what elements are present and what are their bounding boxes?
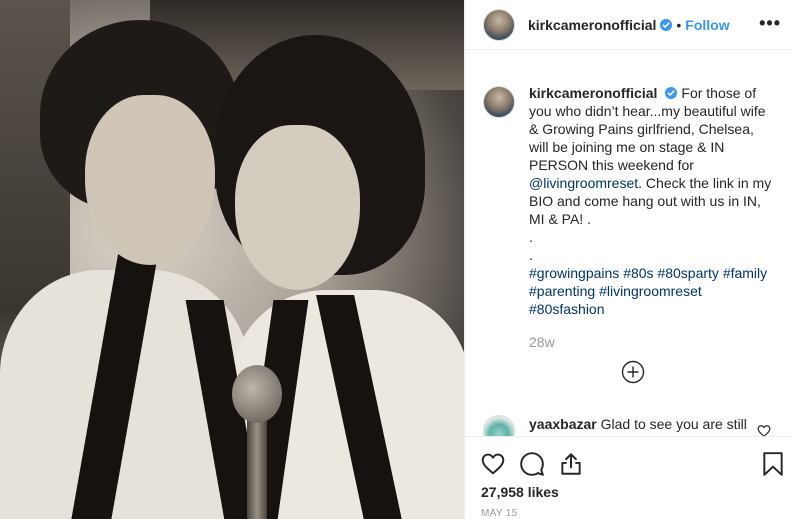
comment-text: yaaxbazar Glad to see you are still (529, 415, 749, 436)
plus-circle-icon[interactable] (621, 360, 645, 384)
author-username[interactable]: kirkcameronofficial (528, 17, 656, 33)
hashtag-link[interactable]: #80sparty (657, 265, 718, 281)
caption-username[interactable]: kirkcameronofficial (529, 85, 657, 101)
post-date[interactable]: MAY 15 (481, 508, 517, 519)
photo-face-left (85, 95, 215, 265)
caption: kirkcameronofficial For those of you who … (483, 84, 777, 318)
caption-text: kirkcameronofficial For those of you who … (529, 84, 777, 318)
post-photo[interactable] (0, 0, 464, 519)
verified-badge-icon (660, 18, 673, 31)
photo-microphone-head (232, 365, 282, 423)
comment-bubble-icon[interactable] (519, 451, 545, 477)
comment-item: yaaxbazar Glad to see you are still (483, 415, 749, 436)
author-avatar[interactable] (483, 8, 515, 41)
hashtag-link[interactable]: #livingroomreset (599, 283, 702, 299)
action-bar (465, 436, 792, 486)
photo-face-right (235, 125, 360, 290)
caption-dot: . (529, 229, 533, 245)
commenter-avatar[interactable] (483, 415, 515, 436)
heart-icon[interactable] (480, 451, 506, 477)
hashtag-link[interactable]: #family (723, 265, 767, 281)
post-side-panel: kirkcameronofficial • Follow ••• kirkcam… (464, 0, 792, 519)
mention-link[interactable]: @livingroomreset (529, 175, 638, 191)
likes-count[interactable]: 27,958 likes (481, 484, 559, 500)
photo-microphone-stem (247, 415, 267, 519)
hashtag-link[interactable]: #growingpains (529, 265, 619, 281)
comment-body: Glad to see you are still (600, 416, 747, 432)
bookmark-icon[interactable] (760, 451, 786, 477)
post-header: kirkcameronofficial • Follow ••• (465, 0, 792, 50)
header-separator: • (676, 16, 682, 33)
commenter-username[interactable]: yaaxbazar (529, 416, 597, 432)
hashtag-link[interactable]: #parenting (529, 283, 595, 299)
hashtag-link[interactable]: #80s (623, 265, 653, 281)
caption-avatar[interactable] (483, 86, 515, 118)
post-age[interactable]: 28w (529, 334, 555, 350)
share-icon[interactable] (558, 451, 584, 477)
hashtag-link[interactable]: #80sfashion (529, 301, 605, 317)
more-options-icon[interactable]: ••• (759, 14, 781, 32)
verified-badge-icon (665, 87, 678, 99)
caption-dot: . (529, 247, 533, 263)
follow-button[interactable]: Follow (685, 17, 729, 33)
comment-like-heart-icon[interactable] (757, 424, 771, 436)
comments-section[interactable]: kirkcameronofficial For those of you who … (465, 51, 792, 436)
